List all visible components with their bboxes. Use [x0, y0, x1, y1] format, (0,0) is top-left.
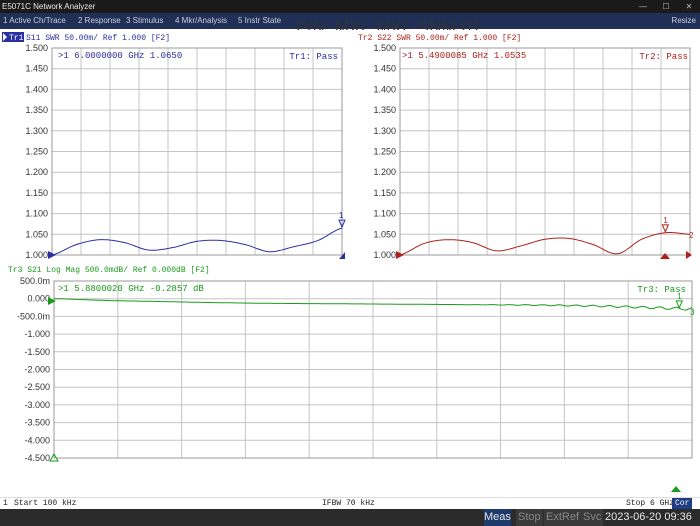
trace1-chart[interactable]: 1.500 1.450 1.400 1.350 1.300 1.250 1.200 1.150…: [0, 30, 352, 264]
menu-instr-state[interactable]: 5 Instr State: [238, 13, 281, 29]
trace1-marker-label: 1: [339, 211, 344, 220]
y-tick-label: 1.200: [373, 167, 396, 177]
y-tick-label: 1.400: [373, 84, 396, 94]
y-tick-label: -3.000: [24, 400, 50, 410]
trace3-chart[interactable]: 500.0m 0.000 -500.0m -1.000 -1.500 -2.000 -2.5…: [0, 264, 700, 497]
window-titlebar: E5071C Network Analyzer — ☐ ✕: [0, 0, 700, 13]
trace1-badge[interactable]: Tr1: [9, 34, 24, 43]
menu-active-ch-trace[interactable]: 1 Active Ch/Trace: [3, 13, 66, 29]
y-tick-label: -500.0m: [17, 311, 50, 321]
instrument-status-bar: Meas Stop ExtRef Svc 2023-06-20 09:36: [0, 509, 700, 526]
trace3-marker2-label: 3: [690, 308, 695, 317]
menu-response[interactable]: 2 Response: [78, 13, 121, 29]
y-tick-label: 1.350: [373, 105, 396, 115]
y-tick-label: -1.500: [24, 347, 50, 357]
y-tick-label: 1.450: [25, 64, 48, 74]
extref-indicator[interactable]: ExtRef: [544, 509, 582, 526]
trace2-marker2-label: 2: [689, 231, 694, 240]
y-tick-label: 1.150: [373, 188, 396, 198]
y-tick-label: -2.500: [24, 382, 50, 392]
trace1-header: S11 SWR 50.00m/ Ref 1.000 [F2]: [26, 34, 170, 43]
close-icon[interactable]: ✕: [678, 0, 700, 13]
y-tick-label: 1.050: [25, 229, 48, 239]
stop-indicator[interactable]: Stop: [516, 509, 543, 526]
y-tick-label: 1.500: [25, 43, 48, 53]
y-tick-label: -2.000: [24, 365, 50, 375]
menu-stimulus[interactable]: 3 Stimulus: [126, 13, 163, 29]
window-title: E5071C Network Analyzer: [2, 2, 96, 11]
y-tick-label: 1.450: [373, 64, 396, 74]
trace3-marker-readout: >1 5.8800020 GHz -0.2857 dB: [58, 284, 204, 294]
menu-mkr-analysis[interactable]: 4 Mkr/Analysis: [175, 13, 227, 29]
y-tick-label: 1.100: [25, 209, 48, 219]
y-tick-label: 1.300: [25, 126, 48, 136]
y-tick-label: 1.500: [373, 43, 396, 53]
y-tick-label: 500.0m: [20, 276, 50, 286]
y-tick-label: -3.500: [24, 418, 50, 428]
y-tick-label: 1.050: [373, 229, 396, 239]
y-tick-label: 0.000: [27, 294, 50, 304]
y-tick-label: 1.100: [373, 209, 396, 219]
trace1-bg: [0, 30, 352, 264]
y-tick-label: 1.300: [373, 126, 396, 136]
trace3-panel[interactable]: 500.0m 0.000 -500.0m -1.000 -1.500 -2.000 -2.5…: [0, 264, 700, 497]
trace2-panel[interactable]: 1.500 1.450 1.400 1.350 1.300 1.250 1.200 1.150…: [352, 30, 700, 264]
resize-button[interactable]: Resize: [672, 13, 696, 29]
trace2-marker-readout: >1 5.4900085 GHz 1.0535: [402, 51, 526, 61]
y-tick-label: 1.250: [373, 147, 396, 157]
svc-indicator[interactable]: Svc: [581, 509, 604, 526]
meas-indicator[interactable]: Meas: [484, 509, 511, 526]
trace2-bg: [352, 30, 700, 264]
y-tick-label: 1.200: [25, 167, 48, 177]
maximize-icon[interactable]: ☐: [655, 0, 677, 13]
y-tick-label: 1.000: [25, 250, 48, 260]
trace2-chart[interactable]: 1.500 1.450 1.400 1.350 1.300 1.250 1.200 1.150…: [352, 30, 700, 264]
trace2-marker-label: 1: [663, 216, 668, 225]
y-tick-label: 1.400: [25, 84, 48, 94]
y-tick-label: 1.350: [25, 105, 48, 115]
y-tick-label: -4.000: [24, 435, 50, 445]
y-tick-label: 1.250: [25, 147, 48, 157]
y-tick-label: 1.000: [373, 250, 396, 260]
trace1-pass-label: Tr1: Pass: [289, 52, 338, 62]
y-tick-label: -1.000: [24, 329, 50, 339]
trace3-marker-label: 1: [677, 292, 682, 301]
trace1-panel[interactable]: 1.500 1.450 1.400 1.350 1.300 1.250 1.200 1.150…: [0, 30, 352, 264]
datetime-display: 2023-06-20 09:36: [605, 511, 692, 523]
y-tick-label: 1.150: [25, 188, 48, 198]
trace2-pass-label: Tr2: Pass: [639, 52, 688, 62]
trace2-header: Tr2 S22 SWR 50.00m/ Ref 1.000 [F2]: [358, 34, 521, 43]
trace1-marker-readout: >1 6.0000000 GHz 1.0650: [58, 51, 182, 61]
minimize-icon[interactable]: —: [632, 0, 654, 13]
y-tick-label: -4.500: [24, 453, 50, 463]
trace3-header: Tr3 S21 Log Mag 500.0mdB/ Ref 0.000dB [F…: [8, 266, 210, 275]
